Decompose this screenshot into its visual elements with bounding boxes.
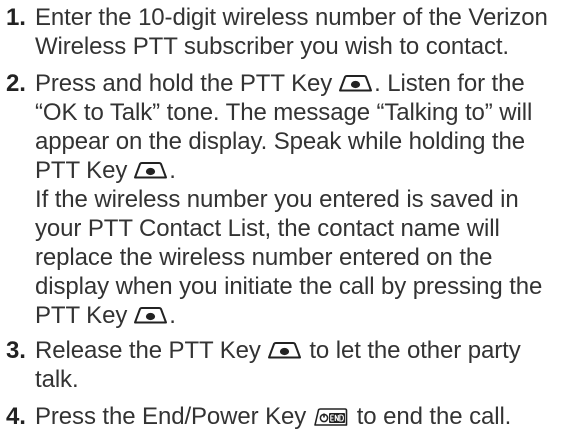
step-text-line: Press and hold the PTT Key . Listen for t… — [35, 69, 587, 98]
step-text: . — [169, 157, 176, 184]
step-text: PTT Key — [35, 302, 128, 329]
step-text-line: replace the wireless number entered on t… — [35, 244, 493, 271]
step-number: 2. — [6, 70, 26, 97]
ptt-key-icon — [131, 302, 169, 324]
step-number: 1. — [6, 4, 26, 31]
step-text: Release the PTT Key — [35, 337, 261, 364]
instructions: 1. Enter the 10-digit wireless number of… — [6, 0, 587, 431]
step-4: 4. Press the End/Power Key to end the ca… — [6, 402, 587, 431]
step-text-line: Press the End/Power Key to end the call. — [35, 402, 587, 431]
step-text: to end the call. — [350, 403, 512, 430]
step-text-line: Enter the 10-digit wireless number of th… — [35, 4, 548, 31]
step-text: PTT Key — [35, 157, 128, 184]
step-text-line: PTT Key. — [35, 301, 587, 330]
step-text: to let the other party — [302, 337, 521, 364]
step-text: Press and hold the PTT Key — [35, 70, 333, 97]
ptt-key-icon — [131, 157, 169, 179]
ptt-key-icon — [336, 70, 374, 92]
step-text: . Listen for the — [374, 70, 525, 97]
step-text-line: If the wireless number you entered is sa… — [35, 186, 519, 213]
ptt-key-icon — [265, 337, 303, 359]
step-number: 4. — [6, 403, 26, 430]
step-text-line: talk. — [35, 366, 79, 393]
step-text-line: Wireless PTT subscriber you wish to cont… — [35, 33, 509, 60]
step-text-line: PTT Key. — [35, 156, 587, 185]
end-power-key-icon — [310, 404, 348, 426]
step-3: 3. Release the PTT Key to let the other … — [6, 336, 587, 394]
step-text: Press the End/Power Key — [35, 403, 307, 430]
step-number: 3. — [6, 337, 26, 364]
step-text-line: your PTT Contact List, the contact name … — [35, 215, 500, 242]
step-2: 2. Press and hold the PTT Key . Listen fo… — [6, 69, 587, 330]
step-text-line: display when you initiate the call by pr… — [35, 273, 543, 300]
step-text: . — [169, 302, 176, 329]
step-1: 1. Enter the 10-digit wireless number of… — [6, 3, 587, 61]
step-text-line: “OK to Talk” tone. The message “Talking … — [35, 99, 533, 126]
step-text-line: appear on the display. Speak while holdi… — [35, 128, 525, 155]
step-text-line: Release the PTT Key to let the other par… — [35, 336, 587, 365]
